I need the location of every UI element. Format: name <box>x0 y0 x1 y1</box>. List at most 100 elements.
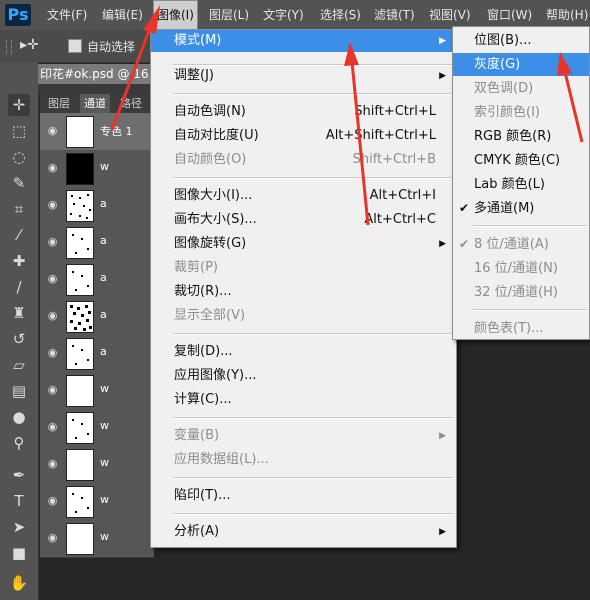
menu-item-image-size[interactable]: 图像大小(I)... Alt+Ctrl+I <box>151 185 454 207</box>
menu-select[interactable]: 选择(S) <box>320 0 361 30</box>
menu-item-calculations[interactable]: 计算(C)... <box>151 389 454 411</box>
document-tab-strip <box>38 84 154 94</box>
channel-row[interactable]: ◉ 专色 1 <box>40 113 154 151</box>
tools-panel: ✛ ⬚ ◌ ✎ ⌗ ⁄ ✚ ∕ ♜ ↺ ▱ ▤ ● ⚲ ✒ T ➤ ■ ✋ <box>0 62 39 600</box>
visibility-eye-icon[interactable]: ◉ <box>46 457 59 470</box>
channel-row[interactable]: ◉ w <box>40 483 154 521</box>
menu-layer[interactable]: 图层(L) <box>209 0 249 30</box>
submenu-item-multichannel[interactable]: ✔ 多通道(M) <box>453 197 589 220</box>
menu-item-auto-tone[interactable]: 自动色调(N) Shift+Ctrl+L <box>151 101 454 123</box>
brush-tool-icon[interactable]: ∕ <box>8 276 30 298</box>
channel-thumbnail <box>66 486 94 518</box>
marquee-tool-icon[interactable]: ⬚ <box>8 120 30 142</box>
auto-select-checkbox[interactable] <box>68 39 82 53</box>
visibility-eye-icon[interactable]: ◉ <box>46 531 59 544</box>
submenu-item-rgb-color[interactable]: RGB 颜色(R) <box>453 125 589 148</box>
dodge-tool-icon[interactable]: ⚲ <box>8 432 30 454</box>
channel-thumbnail <box>66 338 94 370</box>
clone-stamp-tool-icon[interactable]: ♜ <box>8 302 30 324</box>
lasso-tool-icon[interactable]: ◌ <box>8 146 30 168</box>
move-tool-preset-icon[interactable]: ▸✛ <box>20 37 39 53</box>
submenu-item-8bit: ✔ 8 位/通道(A) <box>453 233 589 256</box>
channel-thumbnail <box>66 301 94 333</box>
menu-filter[interactable]: 滤镜(T) <box>374 0 415 30</box>
visibility-eye-icon[interactable]: ◉ <box>46 383 59 396</box>
channel-thumbnail <box>66 523 94 555</box>
visibility-eye-icon[interactable]: ◉ <box>46 309 59 322</box>
channel-row[interactable]: ◉ a <box>40 298 154 336</box>
rectangle-tool-icon[interactable]: ■ <box>8 542 30 564</box>
menu-image[interactable]: 图像(I) <box>153 0 198 30</box>
channel-row[interactable]: ◉ w <box>40 372 154 410</box>
crop-tool-icon[interactable]: ⌗ <box>8 198 30 220</box>
channel-row[interactable]: ◉ a <box>40 335 154 373</box>
healing-brush-tool-icon[interactable]: ✚ <box>8 250 30 272</box>
channel-name: a <box>100 271 107 284</box>
visibility-eye-icon[interactable]: ◉ <box>46 161 59 174</box>
tab-paths[interactable]: 路径 <box>116 94 146 113</box>
visibility-eye-icon[interactable]: ◉ <box>46 494 59 507</box>
visibility-eye-icon[interactable]: ◉ <box>46 124 59 137</box>
menu-separator <box>173 93 453 95</box>
menu-separator <box>173 333 453 335</box>
visibility-eye-icon[interactable]: ◉ <box>46 346 59 359</box>
menu-item-adjust[interactable]: 调整(J) ▶ <box>151 65 454 87</box>
tab-layers[interactable]: 图层 <box>44 94 74 113</box>
menu-file[interactable]: 文件(F) <box>47 0 87 30</box>
channel-name: 专色 1 <box>100 125 133 138</box>
visibility-eye-icon[interactable]: ◉ <box>46 235 59 248</box>
options-bar-grip[interactable] <box>6 40 12 54</box>
submenu-item-color-table: 颜色表(T)... <box>474 321 544 336</box>
quick-select-tool-icon[interactable]: ✎ <box>8 172 30 194</box>
channel-row[interactable]: ◉ w <box>40 446 154 484</box>
document-tab[interactable]: 印花#ok.psd @ 16.7 <box>38 64 156 84</box>
checkmark-icon: ✔ <box>459 201 470 215</box>
menu-item-duplicate[interactable]: 复制(D)... <box>151 341 454 363</box>
path-select-tool-icon[interactable]: ➤ <box>8 516 30 538</box>
channel-thumbnail <box>66 190 94 222</box>
channel-thumbnail <box>66 449 94 481</box>
eyedropper-tool-icon[interactable]: ⁄ <box>8 224 30 246</box>
channel-thumbnail <box>66 227 94 259</box>
menu-item-trap[interactable]: 陷印(T)... <box>151 485 454 507</box>
submenu-item-lab-color[interactable]: Lab 颜色(L) <box>453 173 589 196</box>
menu-item-auto-contrast[interactable]: 自动对比度(U) Alt+Shift+Ctrl+L <box>151 125 454 147</box>
submenu-item-grayscale[interactable]: 灰度(G) <box>453 53 589 76</box>
channel-row[interactable]: ◉ w <box>40 150 154 188</box>
submenu-item-bitmap[interactable]: 位图(B)... <box>453 29 589 52</box>
mode-submenu: 位图(B)... 灰度(G) 双色调(D) 索引颜色(I) RGB 颜色(R) … <box>452 26 590 340</box>
submenu-arrow-icon: ▶ <box>439 36 446 46</box>
menu-item-image-rotation[interactable]: 图像旋转(G) ▶ <box>151 233 454 255</box>
submenu-item-cmyk-color[interactable]: CMYK 颜色(C) <box>453 149 589 172</box>
gradient-tool-icon[interactable]: ▤ <box>8 380 30 402</box>
channel-thumbnail <box>66 153 94 185</box>
menu-edit[interactable]: 编辑(E) <box>102 0 143 30</box>
menu-item-analysis[interactable]: 分析(A) ▶ <box>151 521 454 543</box>
channel-row[interactable]: ◉ a <box>40 261 154 299</box>
blur-tool-icon[interactable]: ● <box>8 406 30 428</box>
menu-item-trim[interactable]: 裁切(R)... <box>151 281 454 303</box>
hand-tool-icon[interactable]: ✋ <box>8 572 30 594</box>
visibility-eye-icon[interactable]: ◉ <box>46 272 59 285</box>
submenu-arrow-icon: ▶ <box>439 71 446 81</box>
menu-type[interactable]: 文字(Y) <box>263 0 304 30</box>
eraser-tool-icon[interactable]: ▱ <box>8 354 30 376</box>
channel-row[interactable]: ◉ w <box>40 409 154 447</box>
tab-channels[interactable]: 通道 <box>80 94 110 113</box>
channel-name: w <box>100 456 109 469</box>
visibility-eye-icon[interactable]: ◉ <box>46 420 59 433</box>
move-tool-icon[interactable]: ✛ <box>8 94 30 116</box>
channel-thumbnail <box>66 375 94 407</box>
channel-row[interactable]: ◉ a <box>40 187 154 225</box>
menu-item-mode[interactable]: 模式(M) ▶ <box>151 30 454 52</box>
channel-row[interactable]: ◉ w <box>40 520 154 558</box>
history-brush-tool-icon[interactable]: ↺ <box>8 328 30 350</box>
visibility-eye-icon[interactable]: ◉ <box>46 198 59 211</box>
menu-separator <box>473 309 587 311</box>
menu-item-canvas-size[interactable]: 画布大小(S)... Alt+Ctrl+C <box>151 209 454 231</box>
submenu-arrow-icon: ▶ <box>439 527 446 537</box>
pen-tool-icon[interactable]: ✒ <box>8 464 30 486</box>
menu-item-apply-image[interactable]: 应用图像(Y)... <box>151 365 454 387</box>
channel-row[interactable]: ◉ a <box>40 224 154 262</box>
type-tool-icon[interactable]: T <box>8 490 30 512</box>
